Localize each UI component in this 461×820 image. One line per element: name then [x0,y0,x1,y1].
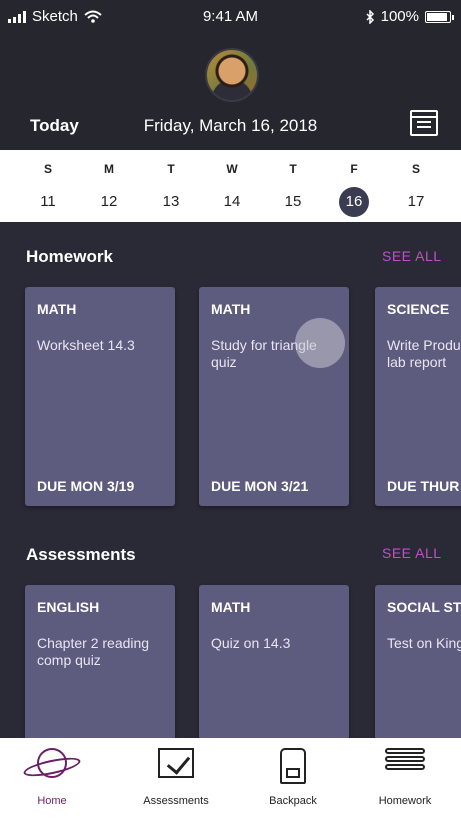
day-number: 15 [284,193,302,210]
nav-backpack[interactable]: Backpack [243,738,343,820]
card-subject: MATH [211,599,251,615]
nav-assessments[interactable]: Assessments [126,738,226,820]
day-17[interactable]: S 17 [396,150,436,217]
card-subject: ENGLISH [37,599,100,615]
card-subject: SOCIAL STUDIES [387,599,461,615]
card-subject: SCIENCE [387,301,450,317]
card-due-date: DUE MON 3/19 [37,478,135,494]
day-number: 11 [40,193,56,210]
day-name: T [167,162,175,176]
day-name: W [226,162,238,176]
assessment-card[interactable]: ENGLISH Chapter 2 reading comp quiz [25,585,175,738]
bottom-nav: Home Assessments Backpack Homework [0,738,461,820]
day-name: S [43,162,52,176]
day-number: 16 [339,187,369,217]
card-description: Write Producedure lab report [387,337,461,370]
main-content: Homework SEE ALL MATH Worksheet 14.3 DUE… [0,222,461,738]
nav-homework[interactable]: Homework [355,738,455,820]
homework-see-all-link[interactable]: SEE ALL [382,248,442,264]
status-bar: Sketch 9:41 AM 100% [0,0,461,34]
date-title: Friday, March 16, 2018 [143,116,318,135]
touch-indicator [295,318,345,368]
day-12[interactable]: M 12 [89,150,129,217]
day-15[interactable]: T 15 [273,150,313,217]
assessment-card[interactable]: MATH Quiz on 14.3 [199,585,349,738]
day-name: M [104,162,114,176]
backpack-icon [280,748,306,784]
card-description: Chapter 2 reading comp quiz [37,635,150,668]
checklist-icon [158,748,194,778]
card-description: Quiz on 14.3 [211,635,291,651]
day-name: T [289,162,297,176]
battery-percent: 100% [380,8,419,25]
assessments-see-all-link[interactable]: SEE ALL [382,545,442,561]
week-strip: S 11 M 12 T 13 W 14 T 15 F 16 S 17 [0,150,461,222]
card-subject: MATH [211,301,251,317]
day-14[interactable]: W 14 [212,150,252,217]
day-16[interactable]: F 16 [334,150,374,217]
nav-label: Home [37,795,67,807]
card-subject: MATH [37,301,77,317]
status-right: 100% [366,8,454,25]
header: Today Friday, March 16, 2018 [0,34,461,150]
battery-icon [425,10,454,23]
day-number: 12 [100,193,118,210]
day-number: 13 [162,193,180,210]
planet-icon [22,748,82,780]
nav-home[interactable]: Home [2,738,102,820]
day-name: S [411,162,420,176]
card-description: Test on King [387,635,461,651]
bluetooth-icon [366,9,374,24]
homework-card[interactable]: SCIENCE Write Producedure lab report DUE… [375,287,461,506]
day-13[interactable]: T 13 [151,150,191,217]
card-due-date: DUE THUR 3/ [387,478,461,494]
assessments-title: Assessments [26,545,136,564]
day-number: 17 [407,193,425,210]
books-icon [385,748,425,778]
assessment-card[interactable]: SOCIAL STUDIES Test on King [375,585,461,738]
nav-label: Assessments [143,795,209,807]
avatar[interactable] [205,48,259,102]
day-name: F [350,162,358,176]
homework-title: Homework [26,247,113,266]
card-description: Worksheet 14.3 [37,337,135,353]
calendar-icon[interactable] [410,110,438,136]
nav-label: Homework [378,795,432,807]
day-number: 14 [223,193,241,210]
homework-card[interactable]: MATH Worksheet 14.3 DUE MON 3/19 [25,287,175,506]
card-due-date: DUE MON 3/21 [211,478,309,494]
nav-label: Backpack [269,795,317,807]
day-11[interactable]: S 11 [28,150,68,217]
